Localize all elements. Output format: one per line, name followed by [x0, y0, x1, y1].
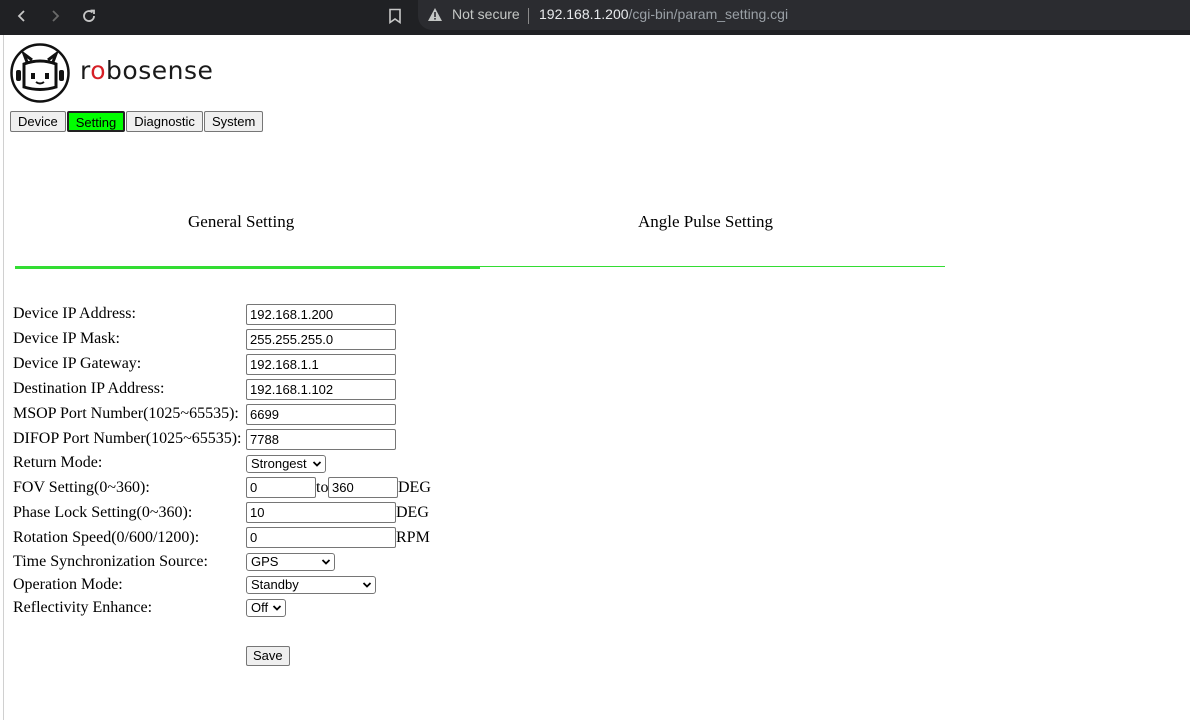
address-bar[interactable] [418, 0, 1190, 30]
rotation-speed-input[interactable]: 0 [246, 527, 396, 548]
operation-mode-select[interactable]: Standby [246, 576, 376, 594]
tab-system[interactable]: System [203, 111, 264, 132]
security-status[interactable]: Not secure [452, 6, 520, 22]
difop-port-input[interactable]: 7788 [246, 429, 396, 450]
ip-mask-input[interactable]: 255.255.255.0 [246, 329, 396, 350]
reflectivity-label: Reflectivity Enhance: [13, 599, 153, 616]
msop-port-input[interactable]: 6699 [246, 404, 396, 425]
phase-lock-label: Phase Lock Setting(0~360): [13, 504, 193, 521]
bookmark-icon[interactable] [383, 4, 407, 28]
ip-address-input[interactable]: 192.168.1.200 [246, 304, 396, 325]
tab-setting[interactable]: Setting [66, 111, 126, 132]
chevron-down-icon [321, 559, 331, 565]
chevron-down-icon [272, 605, 282, 611]
main-tabs: Device Setting Diagnostic System [10, 111, 264, 132]
page-content [3, 35, 1190, 720]
tab-angle-pulse-setting[interactable]: Angle Pulse Setting [638, 212, 773, 232]
tab-diagnostic[interactable]: Diagnostic [126, 111, 203, 132]
rotation-speed-unit: RPM [396, 529, 430, 546]
chevron-down-icon [312, 461, 322, 467]
return-mode-label: Return Mode: [13, 454, 103, 471]
forward-icon[interactable] [40, 0, 70, 32]
ip-mask-label: Device IP Mask: [13, 330, 120, 347]
ip-gateway-input[interactable]: 192.168.1.1 [246, 354, 396, 375]
ip-gateway-label: Device IP Gateway: [13, 355, 142, 372]
url-host: 192.168.1.200 [539, 6, 629, 22]
dest-ip-input[interactable]: 192.168.1.102 [246, 379, 396, 400]
fov-unit: DEG [398, 479, 431, 496]
robosense-logo-icon [10, 43, 70, 103]
reflectivity-select[interactable]: Off [246, 599, 286, 617]
fov-to-label: to [316, 479, 329, 496]
phase-lock-input[interactable]: 10 [246, 502, 396, 523]
chevron-down-icon [362, 582, 372, 588]
warning-icon[interactable] [427, 7, 443, 27]
url-text[interactable]: 192.168.1.200/cgi-bin/param_setting.cgi [539, 6, 788, 22]
rotation-speed-label: Rotation Speed(0/600/1200): [13, 529, 200, 546]
time-sync-label: Time Synchronization Source: [13, 553, 208, 570]
fov-label: FOV Setting(0~360): [13, 479, 150, 496]
return-mode-select[interactable]: Strongest [246, 455, 326, 473]
return-mode-value: Strongest [251, 456, 307, 471]
dest-ip-label: Destination IP Address: [13, 380, 165, 397]
tab-divider [480, 266, 945, 267]
save-button[interactable]: Save [246, 646, 290, 666]
url-path: /cgi-bin/param_setting.cgi [628, 6, 789, 22]
reflectivity-value: Off [251, 600, 269, 615]
fov-end-input[interactable]: 360 [328, 477, 398, 498]
back-icon[interactable] [7, 0, 37, 32]
operation-mode-value: Standby [251, 577, 299, 592]
brand-o: o [90, 56, 107, 85]
difop-port-label: DIFOP Port Number(1025~65535): [13, 430, 242, 447]
brand-post: bosense [106, 56, 214, 85]
reload-icon[interactable] [74, 0, 104, 32]
tab-device[interactable]: Device [10, 111, 66, 132]
tab-general-setting[interactable]: General Setting [188, 212, 294, 232]
brand-pre: r [80, 56, 91, 85]
active-tab-indicator [15, 266, 480, 269]
time-sync-select[interactable]: GPS [246, 553, 335, 571]
time-sync-value: GPS [251, 554, 279, 569]
phase-lock-unit: DEG [396, 504, 429, 521]
operation-mode-label: Operation Mode: [13, 576, 123, 593]
ip-address-label: Device IP Address: [13, 305, 136, 322]
msop-port-label: MSOP Port Number(1025~65535): [13, 405, 239, 422]
brand-name: robosense [80, 56, 213, 85]
browser-toolbar: Not secure 192.168.1.200/cgi-bin/param_s… [0, 0, 1190, 35]
address-separator [528, 8, 529, 24]
fov-start-input[interactable]: 0 [246, 477, 316, 498]
